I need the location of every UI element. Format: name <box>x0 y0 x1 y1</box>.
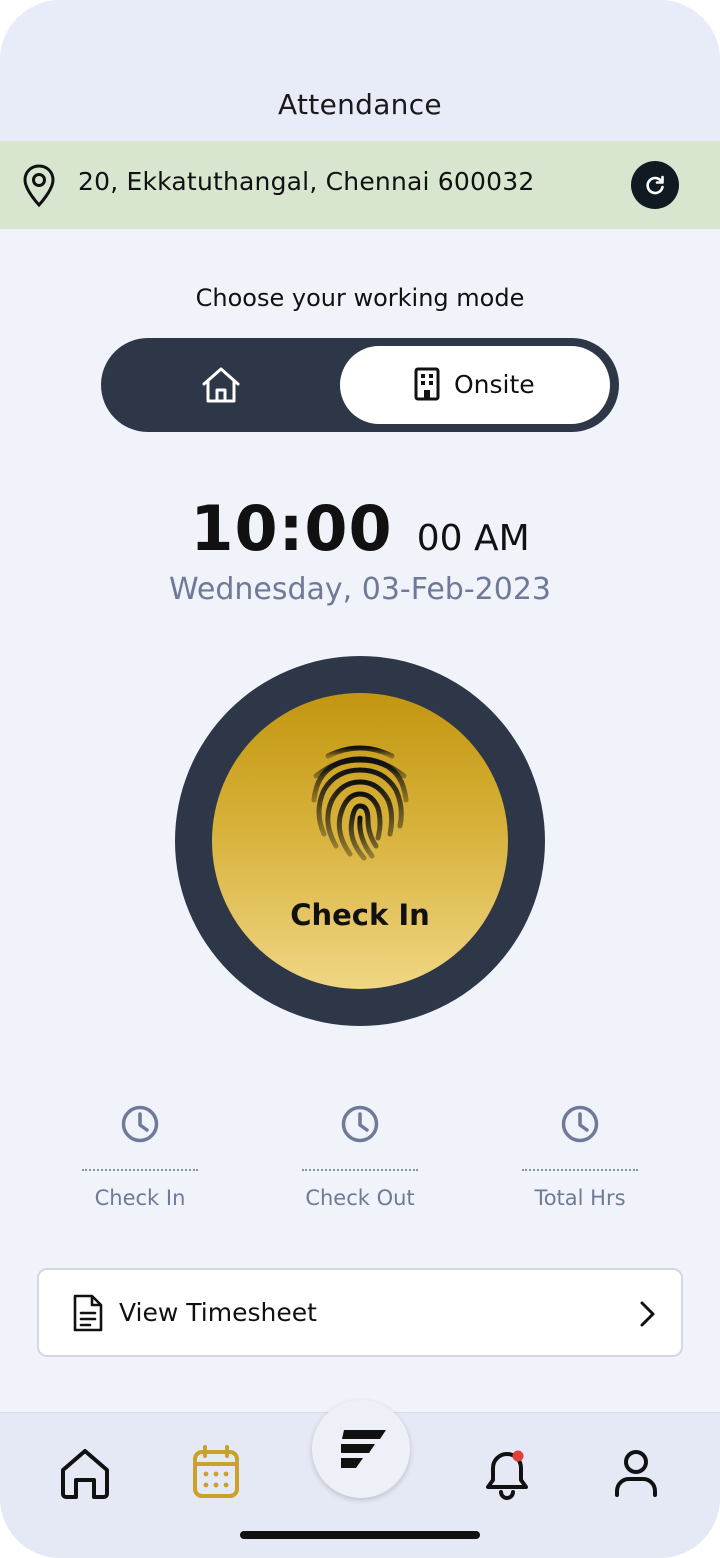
location-pin-icon <box>23 164 55 208</box>
fingerprint-icon <box>311 745 409 861</box>
chevron-right-icon <box>640 1301 655 1327</box>
location-address: 20, Ekkatuthangal, Chennai 600032 <box>78 167 535 196</box>
house-icon <box>202 367 240 403</box>
current-time: 10:00 00 AM <box>0 492 720 565</box>
view-timesheet-label: View Timesheet <box>119 1298 317 1327</box>
mode-onsite-option[interactable]: Onsite <box>340 346 610 424</box>
refresh-icon <box>646 175 664 195</box>
stat-label: Total Hrs <box>534 1186 626 1210</box>
home-indicator <box>240 1531 480 1539</box>
bell-icon[interactable] <box>482 1446 536 1502</box>
time-hours-minutes: 10:00 <box>190 492 393 565</box>
current-date: Wednesday, 03-Feb-2023 <box>168 572 552 607</box>
time-seconds-ampm: 00 AM <box>416 518 530 559</box>
attendance-screen: Attendance 20, Ekkatuthangal, Chennai 60… <box>0 0 720 1558</box>
page-title: Attendance <box>278 88 442 121</box>
brand-logo-icon <box>341 1430 386 1468</box>
brand-logo-button[interactable] <box>312 1400 410 1498</box>
mode-home-option[interactable] <box>101 338 341 432</box>
refresh-location-button[interactable] <box>631 161 679 209</box>
notification-dot <box>512 1450 524 1462</box>
profile-icon[interactable] <box>612 1448 660 1498</box>
stat-value-placeholder <box>82 1169 198 1171</box>
calendar-icon[interactable] <box>192 1444 240 1500</box>
stat-value-placeholder <box>522 1169 638 1171</box>
stat-value-placeholder <box>302 1169 418 1171</box>
mode-onsite-label: Onsite <box>454 370 535 399</box>
view-timesheet-button[interactable]: View Timesheet <box>37 1268 683 1357</box>
home-icon[interactable] <box>58 1446 112 1500</box>
stat-label: Check Out <box>305 1186 415 1210</box>
check-in-label: Check In <box>290 898 430 932</box>
clock-icon <box>561 1105 599 1143</box>
clock-icon <box>341 1105 379 1143</box>
working-mode-prompt: Choose your working mode <box>195 284 525 312</box>
clock-icon <box>121 1105 159 1143</box>
building-icon <box>414 367 440 401</box>
document-icon <box>73 1294 103 1332</box>
stat-label: Check In <box>94 1186 186 1210</box>
